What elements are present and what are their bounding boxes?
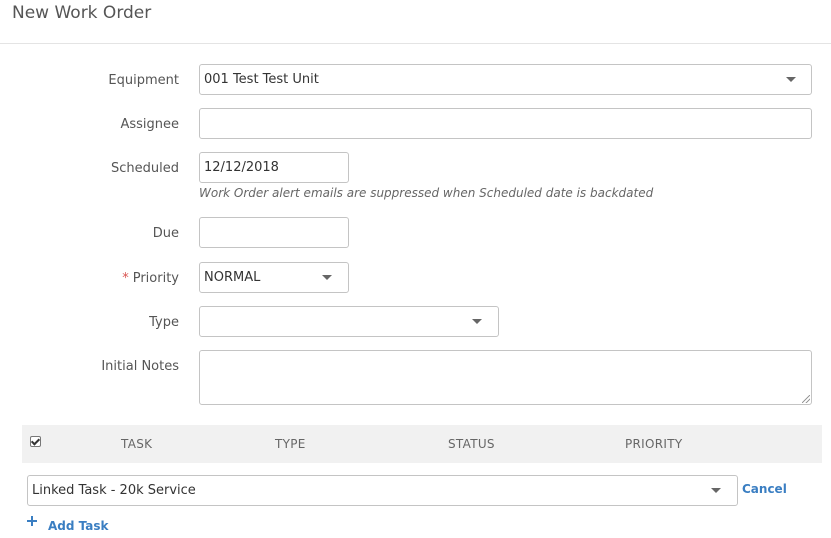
cancel-task-link[interactable]: Cancel bbox=[742, 482, 787, 496]
column-header-priority: PRIORITY bbox=[625, 437, 683, 451]
chevron-down-icon bbox=[322, 275, 332, 280]
chevron-down-icon bbox=[711, 488, 721, 493]
priority-value: NORMAL bbox=[204, 270, 261, 285]
chevron-down-icon bbox=[786, 77, 796, 82]
initial-notes-label: Initial Notes bbox=[101, 359, 179, 374]
priority-label-text: Priority bbox=[132, 271, 179, 286]
type-label: Type bbox=[149, 315, 179, 330]
due-label: Due bbox=[152, 226, 179, 241]
assignee-input[interactable] bbox=[199, 108, 812, 139]
scheduled-label: Scheduled bbox=[111, 161, 179, 176]
page-title: New Work Order bbox=[12, 3, 152, 23]
type-select[interactable] bbox=[199, 306, 499, 337]
column-header-type: TYPE bbox=[275, 437, 306, 451]
priority-select[interactable]: NORMAL bbox=[199, 262, 349, 293]
select-all-checkbox[interactable] bbox=[30, 436, 41, 447]
equipment-select[interactable]: 001 Test Test Unit bbox=[199, 64, 812, 95]
chevron-down-icon bbox=[472, 319, 482, 324]
task-select-value: Linked Task - 20k Service bbox=[32, 483, 196, 498]
column-header-task: TASK bbox=[121, 437, 153, 451]
resize-handle-icon[interactable] bbox=[802, 395, 810, 403]
priority-label: * Priority bbox=[122, 271, 179, 286]
scheduled-date-input[interactable]: 12/12/2018 bbox=[199, 152, 349, 183]
scheduled-value: 12/12/2018 bbox=[204, 160, 279, 175]
add-task-link[interactable]: Add Task bbox=[48, 519, 109, 533]
task-select[interactable]: Linked Task - 20k Service bbox=[27, 475, 738, 506]
required-indicator: * bbox=[122, 271, 129, 286]
plus-icon[interactable] bbox=[27, 516, 37, 526]
equipment-label: Equipment bbox=[108, 73, 179, 88]
assignee-label: Assignee bbox=[120, 117, 179, 132]
equipment-value: 001 Test Test Unit bbox=[204, 72, 319, 87]
task-table-header: TASK TYPE STATUS PRIORITY bbox=[22, 425, 822, 463]
page-header: New Work Order bbox=[0, 0, 831, 44]
scheduled-hint: Work Order alert emails are suppressed w… bbox=[199, 186, 654, 200]
due-date-input[interactable] bbox=[199, 217, 349, 248]
initial-notes-textarea[interactable] bbox=[199, 350, 812, 405]
column-header-status: STATUS bbox=[448, 437, 495, 451]
